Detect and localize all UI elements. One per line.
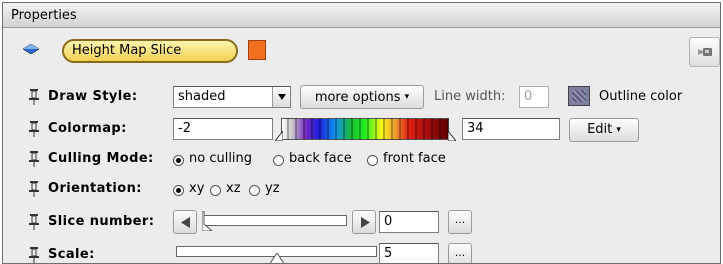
module-color-swatch[interactable]: [248, 40, 266, 60]
culling-none-radio[interactable]: [173, 155, 184, 166]
colormap-min-handle-icon[interactable]: [275, 131, 283, 141]
pin-icon[interactable]: [28, 213, 40, 230]
title-bar: Properties: [3, 3, 720, 28]
orientation-yz-radio[interactable]: [249, 185, 260, 196]
line-width-input[interactable]: 0: [519, 86, 549, 108]
scale-more-button[interactable]: ...: [448, 243, 472, 263]
more-options-button[interactable]: more options ▾: [300, 85, 424, 109]
culling-front-radio[interactable]: [367, 155, 378, 166]
orientation-label: Orientation:: [48, 181, 142, 196]
draw-style-dropdown-arrow[interactable]: [272, 87, 290, 107]
culling-none-label[interactable]: no culling: [189, 151, 252, 166]
pin-icon[interactable]: [28, 150, 40, 167]
slice-number-input[interactable]: 0: [379, 211, 439, 233]
slice-slider-track[interactable]: [203, 215, 347, 226]
orientation-xz-label[interactable]: xz: [226, 181, 241, 196]
pin-icon[interactable]: [28, 88, 40, 105]
slice-more-button[interactable]: ...: [448, 210, 472, 234]
colormap-stripes: [281, 118, 449, 140]
colormap-edit-button[interactable]: Edit ▾: [569, 118, 639, 142]
pin-icon[interactable]: [28, 120, 40, 137]
arrow-right-icon: [361, 217, 370, 228]
edit-label: Edit: [587, 122, 613, 137]
culling-back-radio[interactable]: [273, 155, 284, 166]
slice-number-label: Slice number:: [48, 214, 155, 229]
orientation-xz-radio[interactable]: [210, 185, 221, 196]
properties-panel: Properties Height Map Slice Draw Style: …: [2, 2, 721, 264]
scale-slider-handle[interactable]: [269, 253, 285, 264]
pin-icon[interactable]: [28, 180, 40, 197]
culling-mode-label: Culling Mode:: [48, 151, 154, 166]
orientation-xy-label[interactable]: xy: [189, 181, 204, 196]
outline-color-swatch[interactable]: [568, 86, 590, 106]
panel-title: Properties: [11, 8, 77, 23]
slice-increment-button[interactable]: [352, 210, 376, 234]
colormap-max-input[interactable]: 34: [462, 118, 560, 140]
line-width-label: Line width:: [434, 89, 506, 104]
arrow-left-icon: [181, 217, 190, 228]
scale-label: Scale:: [48, 247, 95, 262]
outline-color-label: Outline color: [599, 89, 683, 104]
orientation-xy-radio[interactable]: [173, 185, 184, 196]
colormap-min-input[interactable]: -2: [173, 118, 273, 140]
culling-back-label[interactable]: back face: [289, 151, 352, 166]
viewer-camera-icon: [698, 48, 712, 56]
culling-front-label[interactable]: front face: [383, 151, 446, 166]
slice-slider-handle[interactable]: [202, 211, 213, 231]
pin-icon[interactable]: [28, 246, 40, 263]
draw-style-label: Draw Style:: [48, 89, 138, 104]
viewer-toggle-button[interactable]: [689, 37, 720, 67]
colormap-max-handle-icon[interactable]: [448, 131, 456, 141]
colormap-label: Colormap:: [48, 121, 127, 136]
module-name-pill[interactable]: Height Map Slice: [62, 39, 238, 63]
more-options-label: more options: [314, 90, 401, 105]
draw-style-value: shaded: [178, 89, 226, 104]
scale-input[interactable]: 5: [379, 243, 439, 263]
slice-decrement-button[interactable]: [173, 210, 197, 234]
module-diamond-icon[interactable]: [23, 44, 39, 54]
orientation-yz-label[interactable]: yz: [265, 181, 280, 196]
chevron-down-icon: [278, 94, 286, 100]
